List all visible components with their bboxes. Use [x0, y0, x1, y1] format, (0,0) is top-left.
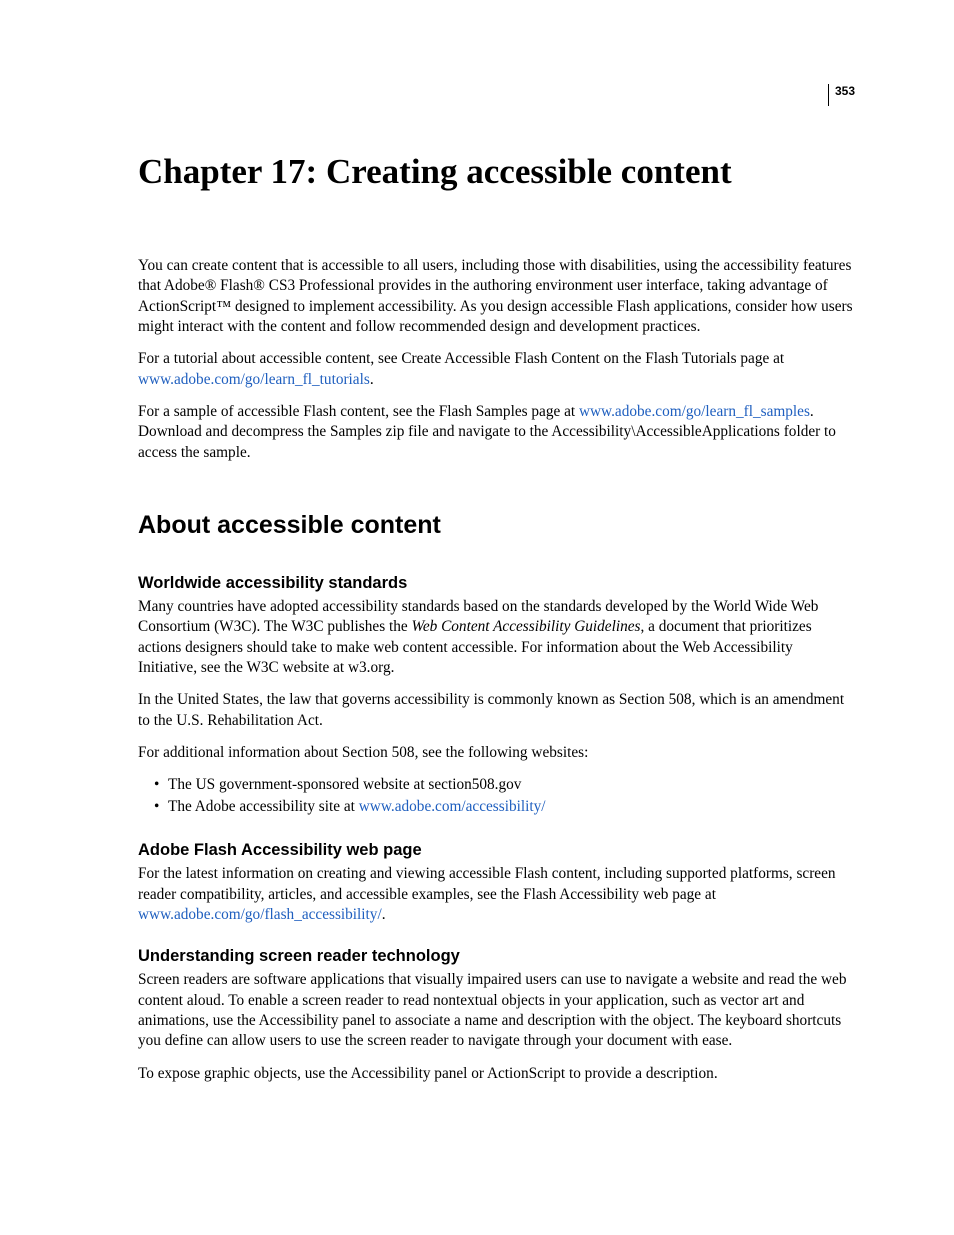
flash-accessibility-paragraph: For the latest information on creating a…: [138, 864, 855, 925]
accessibility-link[interactable]: www.adobe.com/accessibility/: [359, 798, 546, 815]
flash-accessibility-link[interactable]: www.adobe.com/go/flash_accessibility/: [138, 906, 382, 923]
subsection-flash-accessibility: Adobe Flash Accessibility web page: [138, 841, 855, 860]
section-heading-about: About accessible content: [138, 511, 855, 540]
list-item: The US government-sponsored website at s…: [156, 774, 855, 797]
screen-reader-paragraph-2: To expose graphic objects, use the Acces…: [138, 1064, 855, 1084]
text-fragment: For a tutorial about accessible content,…: [138, 350, 784, 367]
standards-paragraph-1: Many countries have adopted accessibilit…: [138, 597, 855, 678]
text-fragment: The Adobe accessibility site at: [168, 798, 359, 815]
bullet-text: The US government-sponsored website at s…: [168, 776, 521, 793]
intro-paragraph-2: For a tutorial about accessible content,…: [138, 349, 855, 390]
list-item: The Adobe accessibility site at www.adob…: [156, 796, 855, 819]
text-fragment: For a sample of accessible Flash content…: [138, 403, 579, 420]
standards-paragraph-3: For additional information about Section…: [138, 743, 855, 763]
page-number: 353: [828, 84, 855, 106]
subsection-screen-reader: Understanding screen reader technology: [138, 947, 855, 966]
tutorials-link[interactable]: www.adobe.com/go/learn_fl_tutorials: [138, 371, 370, 388]
subsection-standards: Worldwide accessibility standards: [138, 574, 855, 593]
samples-link[interactable]: www.adobe.com/go/learn_fl_samples: [579, 403, 810, 420]
text-fragment: .: [382, 906, 386, 923]
wcag-title: Web Content Accessibility Guidelines: [411, 618, 640, 635]
standards-paragraph-2: In the United States, the law that gover…: [138, 690, 855, 731]
chapter-title: Chapter 17: Creating accessible content: [138, 152, 855, 192]
intro-paragraph-3: For a sample of accessible Flash content…: [138, 402, 855, 463]
text-fragment: .: [370, 371, 374, 388]
screen-reader-paragraph-1: Screen readers are software applications…: [138, 970, 855, 1051]
standards-bullet-list: The US government-sponsored website at s…: [138, 774, 855, 820]
text-fragment: For the latest information on creating a…: [138, 865, 836, 902]
intro-paragraph-1: You can create content that is accessibl…: [138, 256, 855, 337]
